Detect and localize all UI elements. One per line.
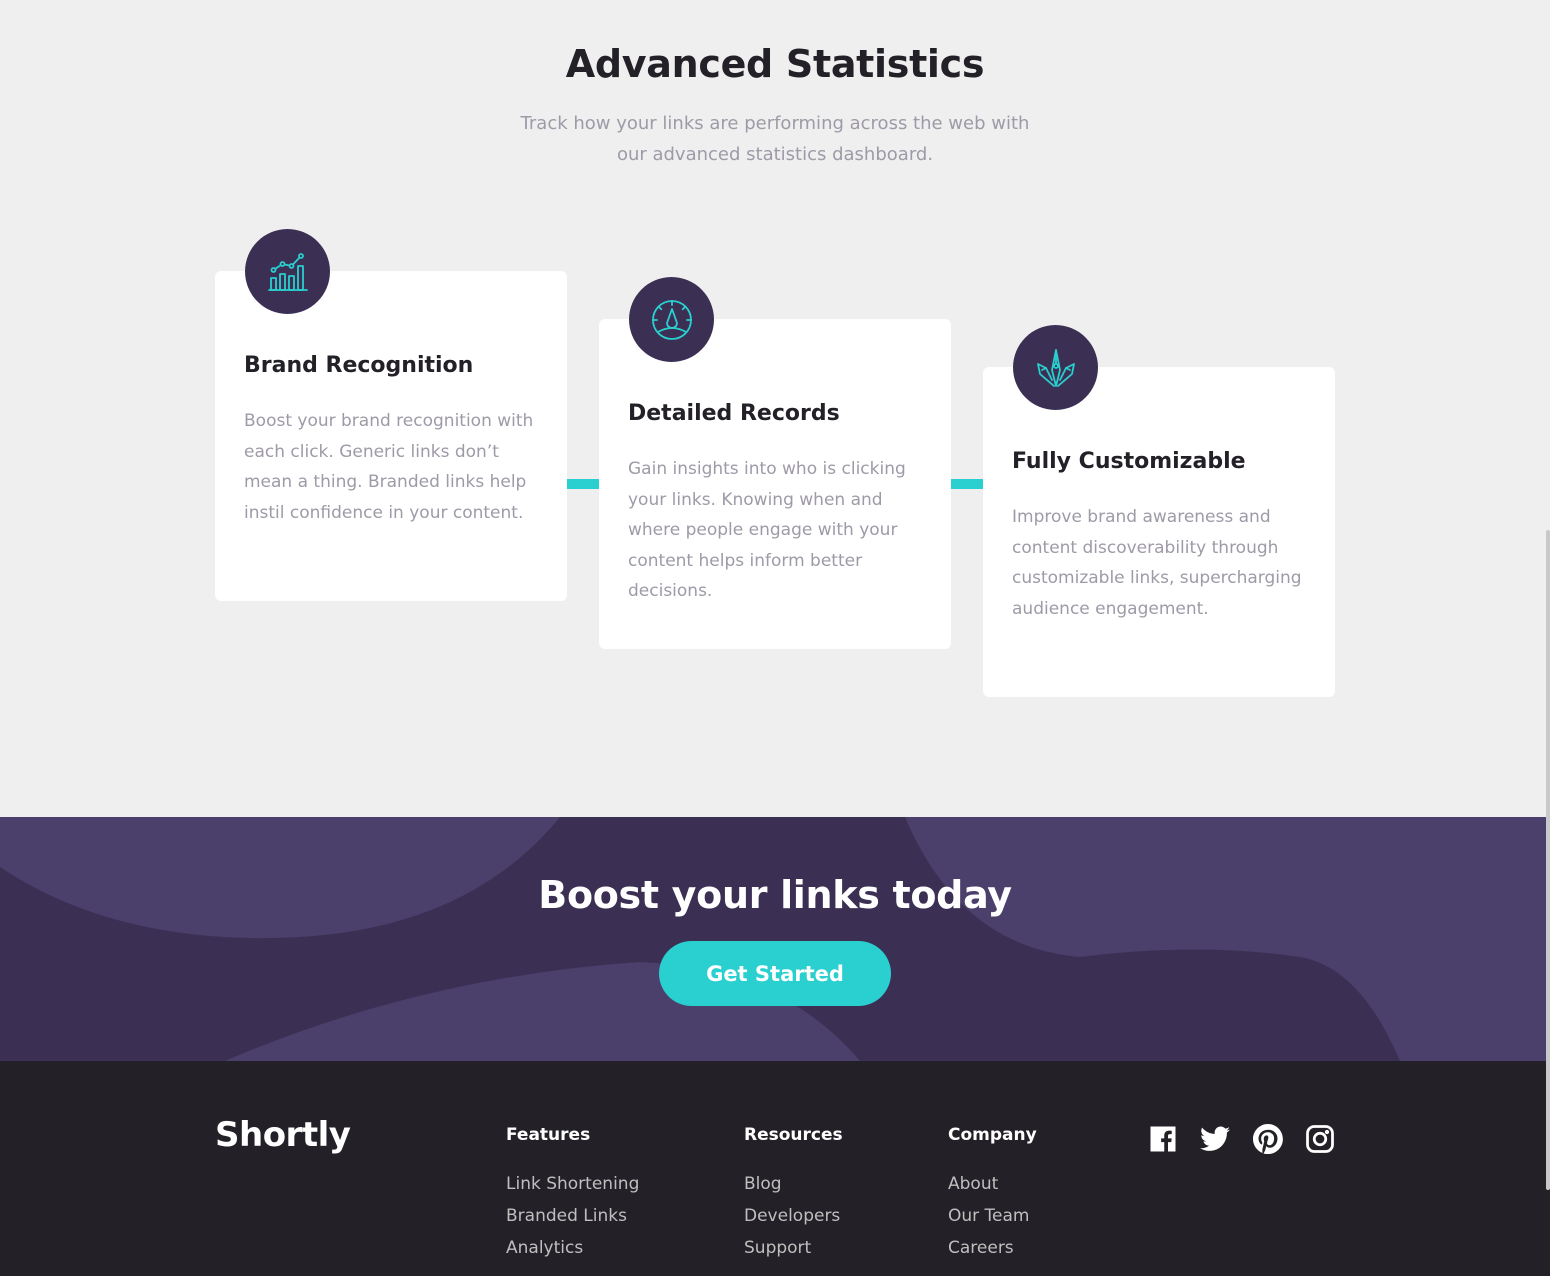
detailed-records-icon <box>629 277 714 362</box>
footer: Shortly Features Link Shortening Branded… <box>0 1061 1550 1276</box>
feature-card-fully-customizable: Fully Customizable Improve brand awarene… <box>983 325 1335 697</box>
footer-logo[interactable]: Shortly <box>215 1115 351 1155</box>
brand-recognition-icon <box>245 229 330 314</box>
statistics-title: Advanced Statistics <box>565 42 985 86</box>
get-started-button[interactable]: Get Started <box>659 941 891 1006</box>
instagram-icon[interactable] <box>1304 1123 1336 1155</box>
statistics-section: Advanced Statistics Track how your links… <box>0 0 1550 817</box>
footer-column-features: Features Link Shortening Branded Links A… <box>506 1125 639 1268</box>
footer-column-title: Company <box>948 1125 1037 1145</box>
footer-column-title: Resources <box>744 1125 843 1145</box>
twitter-icon[interactable] <box>1199 1123 1231 1155</box>
card-text: Gain insights into who is clicking your … <box>628 459 906 601</box>
card-title: Brand Recognition <box>244 353 474 378</box>
footer-column-title: Features <box>506 1125 591 1145</box>
statistics-subtitle: Track how your links are performing acro… <box>520 113 1030 165</box>
boost-title: Boost your links today <box>538 873 1012 917</box>
card-text: Boost your brand recognition with each c… <box>244 411 534 523</box>
card-title: Fully Customizable <box>1012 449 1246 474</box>
footer-column-resources: Resources Blog Developers Support <box>744 1125 843 1268</box>
footer-column-company: Company About Our Team Careers <box>948 1125 1037 1268</box>
facebook-icon[interactable] <box>1147 1123 1179 1155</box>
page-scrollbar[interactable] <box>1546 530 1550 1190</box>
fully-customizable-icon <box>1013 325 1098 410</box>
card-text: Improve brand awareness and content disc… <box>1012 507 1302 619</box>
boost-section: Boost your links today Get Started <box>0 817 1550 1061</box>
pinterest-icon[interactable] <box>1252 1123 1284 1155</box>
feature-card-detailed-records: Detailed Records Gain insights into who … <box>599 277 951 649</box>
boost-background-shapes <box>0 817 1550 1061</box>
card-connector <box>567 479 601 489</box>
feature-card-brand-recognition: Brand Recognition Boost your brand recog… <box>215 229 567 601</box>
card-connector <box>951 479 985 489</box>
card-title: Detailed Records <box>628 401 840 426</box>
